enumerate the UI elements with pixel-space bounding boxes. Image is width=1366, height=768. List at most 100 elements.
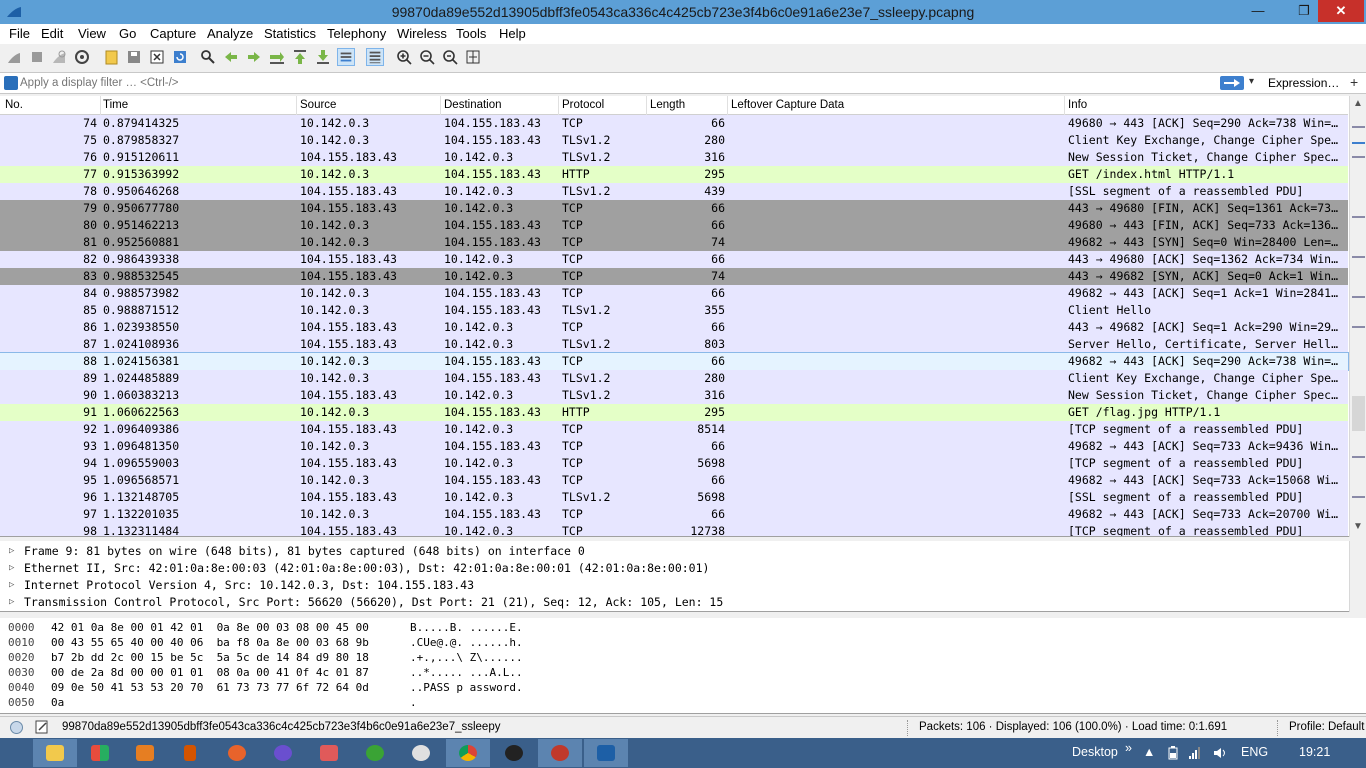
capture-options-icon[interactable] <box>73 48 91 66</box>
packet-row[interactable]: 76 0.915120611 104.155.183.43 10.142.0.3 TLS… <box>0 149 1348 166</box>
go-last-icon[interactable] <box>314 48 332 66</box>
column-header-info[interactable]: Info <box>1068 99 1087 111</box>
go-back-icon[interactable] <box>222 48 240 66</box>
column-header-destination[interactable]: Destination <box>444 99 502 111</box>
menu-tools[interactable]: Tools <box>456 26 486 41</box>
start-capture-icon[interactable] <box>5 48 23 66</box>
expression-button[interactable]: Expression… <box>1268 76 1339 90</box>
expand-arrow-icon[interactable]: ▷ <box>9 560 14 577</box>
menu-go[interactable]: Go <box>119 26 136 41</box>
hex-row[interactable]: 0010 00 43 55 65 40 00 40 06 ba f8 0a 8e … <box>0 635 1366 650</box>
go-first-icon[interactable] <box>291 48 309 66</box>
detail-ethernet[interactable]: ▷ Ethernet II, Src: 42:01:0a:8e:00:03 (42… <box>0 560 1366 577</box>
menu-statistics[interactable]: Statistics <box>264 26 316 41</box>
hex-row[interactable]: 0040 09 0e 50 41 53 53 20 70 61 73 73 77 … <box>0 680 1366 695</box>
file-explorer-icon[interactable] <box>33 739 77 767</box>
packet-row[interactable]: 89 1.024485889 10.142.0.3 104.155.183.43 TLS… <box>0 370 1348 387</box>
packet-row[interactable]: 83 0.988532545 104.155.183.43 10.142.0.3 TCP… <box>0 268 1348 285</box>
display-filter-input[interactable] <box>20 74 1215 92</box>
details-scrollbar[interactable] <box>1349 541 1366 612</box>
open-file-icon[interactable] <box>103 48 121 66</box>
menu-telephony[interactable]: Telephony <box>327 26 386 41</box>
packet-row[interactable]: 88 1.024156381 10.142.0.3 104.155.183.43 TCP… <box>0 352 1349 371</box>
expand-arrow-icon[interactable]: ▷ <box>9 594 14 611</box>
go-forward-icon[interactable] <box>245 48 263 66</box>
menu-help[interactable]: Help <box>499 26 526 41</box>
battery-icon[interactable] <box>1168 746 1178 760</box>
autoscroll-icon[interactable] <box>337 48 355 66</box>
hex-row[interactable]: 0000 42 01 0a 8e 00 01 42 01 0a 8e 00 03 … <box>0 620 1366 635</box>
menu-file[interactable]: File <box>9 26 30 41</box>
input-language[interactable]: ENG <box>1241 745 1268 759</box>
menu-wireless[interactable]: Wireless <box>397 26 447 41</box>
packet-row[interactable]: 91 1.060622563 10.142.0.3 104.155.183.43 HTT… <box>0 404 1348 421</box>
volume-icon[interactable] <box>1213 746 1227 760</box>
restart-capture-icon[interactable] <box>50 48 68 66</box>
hex-row[interactable]: 0030 00 de 2a 8d 00 00 01 01 08 0a 00 41 … <box>0 665 1366 680</box>
packet-row[interactable]: 78 0.950646268 104.155.183.43 10.142.0.3 TLS… <box>0 183 1348 200</box>
chrome-icon[interactable] <box>446 739 490 767</box>
hacker-app-icon[interactable] <box>492 739 536 767</box>
scroll-down-arrow-icon[interactable]: ▼ <box>1353 521 1363 532</box>
packet-row[interactable]: 94 1.096559003 104.155.183.43 10.142.0.3 TCP… <box>0 455 1348 472</box>
firefox-icon[interactable] <box>215 739 259 767</box>
save-file-icon[interactable] <box>125 48 143 66</box>
close-file-icon[interactable] <box>148 48 166 66</box>
go-to-packet-icon[interactable] <box>268 48 286 66</box>
column-header-protocol[interactable]: Protocol <box>562 99 604 111</box>
tray-up-arrow-icon[interactable]: ▲ <box>1143 745 1155 759</box>
desktop-toolbar-label[interactable]: Desktop <box>1072 745 1118 759</box>
network-signal-icon[interactable] <box>1188 746 1202 760</box>
column-header-leftover[interactable]: Leftover Capture Data <box>731 99 844 111</box>
desktop-chevron-icon[interactable]: » <box>1125 741 1132 755</box>
apply-filter-icon[interactable] <box>1220 76 1244 90</box>
reload-file-icon[interactable] <box>171 48 189 66</box>
normal-size-icon[interactable] <box>441 48 459 66</box>
column-header-source[interactable]: Source <box>300 99 336 111</box>
packet-row[interactable]: 93 1.096481350 10.142.0.3 104.155.183.43 TCP… <box>0 438 1348 455</box>
packet-row[interactable]: 92 1.096409386 104.155.183.43 10.142.0.3 TCP… <box>0 421 1348 438</box>
filter-bookmark-icon[interactable] <box>4 76 18 90</box>
expert-info-icon[interactable] <box>10 721 23 734</box>
packet-row[interactable]: 77 0.915363992 10.142.0.3 104.155.183.43 HTT… <box>0 166 1348 183</box>
zoom-in-icon[interactable] <box>395 48 413 66</box>
clock[interactable]: 19:21 <box>1299 745 1330 759</box>
colorize-icon[interactable] <box>366 48 384 66</box>
detail-ip[interactable]: ▷ Internet Protocol Version 4, Src: 10.14… <box>0 577 1366 594</box>
packet-row[interactable]: 98 1.132311484 104.155.183.43 10.142.0.3 TCP… <box>0 523 1348 536</box>
menu-capture[interactable]: Capture <box>150 26 196 41</box>
packet-row[interactable]: 96 1.132148705 104.155.183.43 10.142.0.3 TLS… <box>0 489 1348 506</box>
packet-row[interactable]: 79 0.950677780 104.155.183.43 10.142.0.3 TCP… <box>0 200 1348 217</box>
detail-tcp[interactable]: ▷ Transmission Control Protocol, Src Port… <box>0 594 1366 611</box>
menu-analyze[interactable]: Analyze <box>207 26 253 41</box>
packet-row[interactable]: 87 1.024108936 104.155.183.43 10.142.0.3 TLS… <box>0 336 1348 353</box>
resize-columns-icon[interactable] <box>464 48 482 66</box>
detail-frame[interactable]: ▷ Frame 9: 81 bytes on wire (648 bits), 8… <box>0 543 1366 560</box>
utorrent-icon[interactable] <box>353 739 397 767</box>
column-header-no[interactable]: No. <box>5 99 23 111</box>
packet-row[interactable]: 84 0.988573982 10.142.0.3 104.155.183.43 TCP… <box>0 285 1348 302</box>
packet-row[interactable]: 90 1.060383213 104.155.183.43 10.142.0.3 TLS… <box>0 387 1348 404</box>
packet-row[interactable]: 82 0.986439338 104.155.183.43 10.142.0.3 TCP… <box>0 251 1348 268</box>
packet-row[interactable]: 85 0.988871512 10.142.0.3 104.155.183.43 TLS… <box>0 302 1348 319</box>
expand-arrow-icon[interactable]: ▷ <box>9 577 14 594</box>
anonymous-icon[interactable] <box>399 739 443 767</box>
packet-row[interactable]: 95 1.096568571 10.142.0.3 104.155.183.43 TCP… <box>0 472 1348 489</box>
expand-arrow-icon[interactable]: ▷ <box>9 543 14 560</box>
find-packet-icon[interactable] <box>199 48 217 66</box>
menu-view[interactable]: View <box>78 26 106 41</box>
hex-row[interactable]: 0020 b7 2b dd 2c 00 15 be 5c 5a 5c de 14 … <box>0 650 1366 665</box>
packet-row[interactable]: 97 1.132201035 10.142.0.3 104.155.183.43 TCP… <box>0 506 1348 523</box>
packet-row[interactable]: 81 0.952560881 10.142.0.3 104.155.183.43 TCP… <box>0 234 1348 251</box>
minimize-button[interactable]: — <box>1238 0 1278 22</box>
profile-status[interactable]: Profile: Default <box>1289 721 1364 733</box>
menu-edit[interactable]: Edit <box>41 26 63 41</box>
capture-comment-icon[interactable] <box>35 720 49 734</box>
column-header-length[interactable]: Length <box>650 99 685 111</box>
packet-list-scrollbar[interactable]: ▲ ▼ <box>1349 96 1366 537</box>
close-button[interactable]: ✕ <box>1318 0 1364 22</box>
stop-capture-icon[interactable] <box>28 48 46 66</box>
burp-icon[interactable] <box>538 739 582 767</box>
scroll-up-arrow-icon[interactable]: ▲ <box>1353 98 1363 109</box>
packet-row[interactable]: 86 1.023938550 104.155.183.43 10.142.0.3 TCP… <box>0 319 1348 336</box>
